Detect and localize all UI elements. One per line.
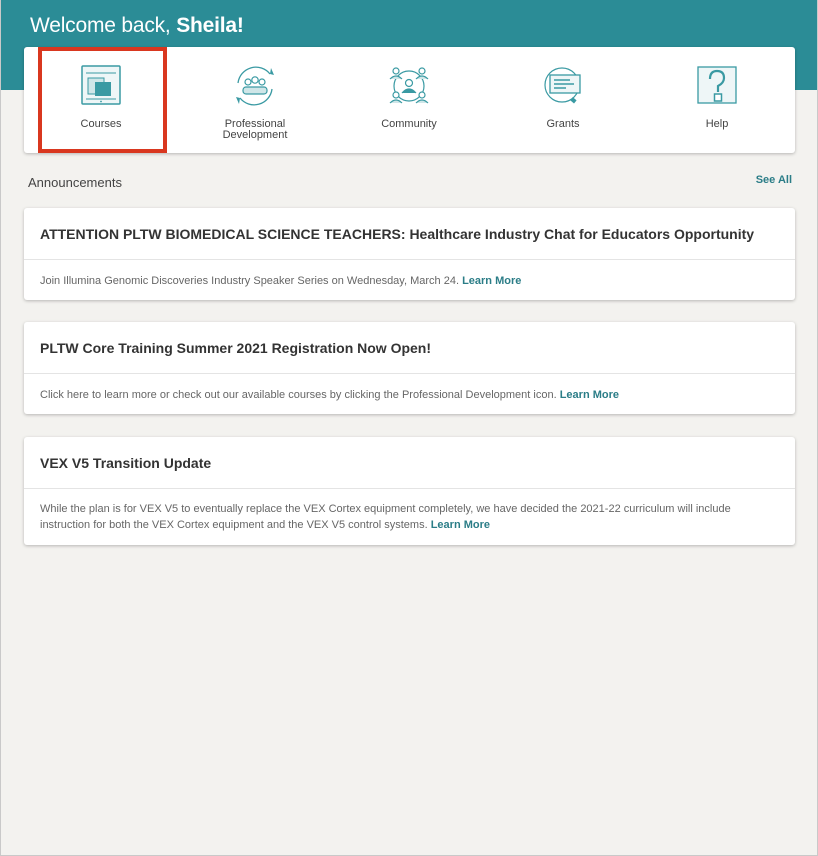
nav-grants-label: Grants [546, 118, 580, 130]
announcements-header: Announcements See All [28, 174, 792, 192]
announcement-text: Join Illumina Genomic Discoveries Indust… [40, 275, 463, 287]
announcements-title: Announcements [28, 175, 122, 190]
announcement-body: While the plan is for VEX V5 to eventual… [24, 489, 795, 533]
nav-professional-development-label: Professional Development [190, 119, 320, 141]
quick-nav-card: Courses Professional Development Communi… [24, 47, 795, 153]
courses-icon [76, 61, 126, 111]
see-all-link[interactable]: See All [756, 174, 792, 186]
nav-courses-label: Courses [80, 118, 122, 130]
announcement-card[interactable]: ATTENTION PLTW BIOMEDICAL SCIENCE TEACHE… [24, 208, 795, 300]
help-icon [692, 61, 742, 111]
announcement-card[interactable]: PLTW Core Training Summer 2021 Registrat… [24, 322, 795, 414]
nav-help-label: Help [705, 118, 729, 130]
announcement-title: VEX V5 Transition Update [24, 437, 795, 489]
learn-more-link[interactable]: Learn More [431, 519, 490, 531]
nav-help[interactable]: Help [652, 47, 782, 153]
user-name: Sheila! [176, 14, 244, 37]
learn-more-link[interactable]: Learn More [462, 275, 521, 287]
welcome-prefix: Welcome back, [30, 14, 177, 37]
announcement-text: While the plan is for VEX V5 to eventual… [40, 503, 731, 531]
professional-development-icon [230, 61, 280, 111]
nav-community[interactable]: Community [344, 47, 474, 153]
announcement-text: Click here to learn more or check out ou… [40, 389, 560, 401]
community-icon [384, 61, 434, 111]
nav-courses[interactable]: Courses [36, 47, 166, 153]
nav-pd-label-line2: Development [222, 129, 288, 141]
nav-professional-development[interactable]: Professional Development [190, 47, 320, 153]
announcement-body: Join Illumina Genomic Discoveries Indust… [24, 260, 795, 289]
announcement-card[interactable]: VEX V5 Transition Update While the plan … [24, 437, 795, 545]
announcement-title: PLTW Core Training Summer 2021 Registrat… [24, 322, 795, 374]
nav-grants[interactable]: Grants [498, 47, 628, 153]
announcement-body: Click here to learn more or check out ou… [24, 374, 795, 403]
announcement-title: ATTENTION PLTW BIOMEDICAL SCIENCE TEACHE… [24, 208, 795, 260]
grants-icon [538, 61, 588, 111]
learn-more-link[interactable]: Learn More [560, 389, 619, 401]
nav-community-label: Community [381, 118, 437, 130]
welcome-heading: Welcome back, Sheila! [30, 14, 244, 38]
